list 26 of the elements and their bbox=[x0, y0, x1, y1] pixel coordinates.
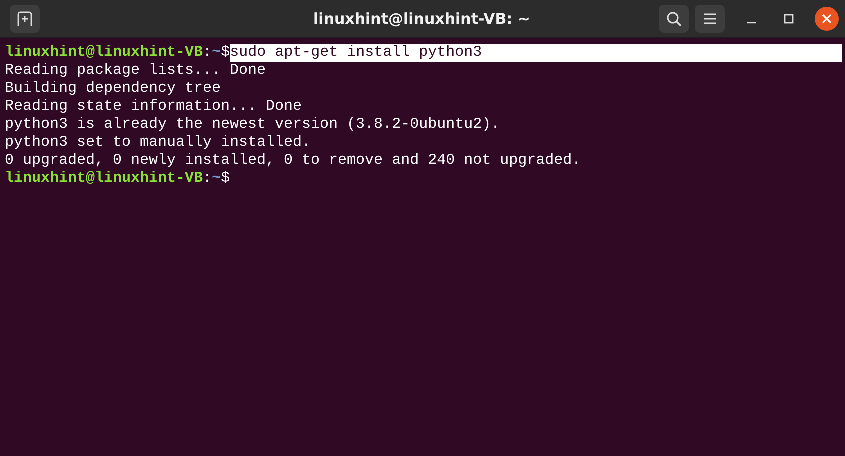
prompt-separator: : bbox=[203, 170, 212, 188]
search-icon bbox=[666, 10, 682, 26]
output-line: 0 upgraded, 0 newly installed, 0 to remove and 240 not upgraded. bbox=[5, 152, 582, 170]
prompt-user-host: linuxhint@linuxhint-VB bbox=[5, 44, 204, 62]
window-title: linuxhint@linuxhint-VB: ~ bbox=[312, 10, 532, 28]
prompt-user-host: linuxhint@linuxhint-VB bbox=[5, 170, 204, 188]
command-text: sudo apt-get install python3 bbox=[230, 44, 842, 62]
prompt-path: ~ bbox=[212, 170, 222, 188]
close-button[interactable] bbox=[815, 6, 839, 30]
output-line: python3 set to manually installed. bbox=[5, 134, 312, 152]
minimize-icon bbox=[746, 22, 756, 24]
output-line: Reading package lists... Done bbox=[5, 62, 266, 80]
prompt-separator: : bbox=[203, 44, 212, 62]
search-button[interactable] bbox=[659, 4, 689, 32]
output-line: Reading state information... Done bbox=[5, 98, 302, 116]
maximize-icon bbox=[784, 14, 794, 24]
new-tab-icon bbox=[17, 10, 33, 26]
prompt-path: ~ bbox=[212, 44, 222, 62]
prompt-symbol: $ bbox=[221, 170, 230, 188]
close-icon bbox=[822, 14, 832, 24]
menu-icon bbox=[703, 12, 717, 24]
output-line: Building dependency tree bbox=[5, 80, 222, 98]
output-line: python3 is already the newest version (3.8.2-0ubuntu2). bbox=[5, 116, 500, 134]
prompt-symbol: $ bbox=[221, 44, 230, 62]
new-tab-button[interactable] bbox=[10, 4, 40, 32]
menu-button[interactable] bbox=[695, 4, 725, 32]
